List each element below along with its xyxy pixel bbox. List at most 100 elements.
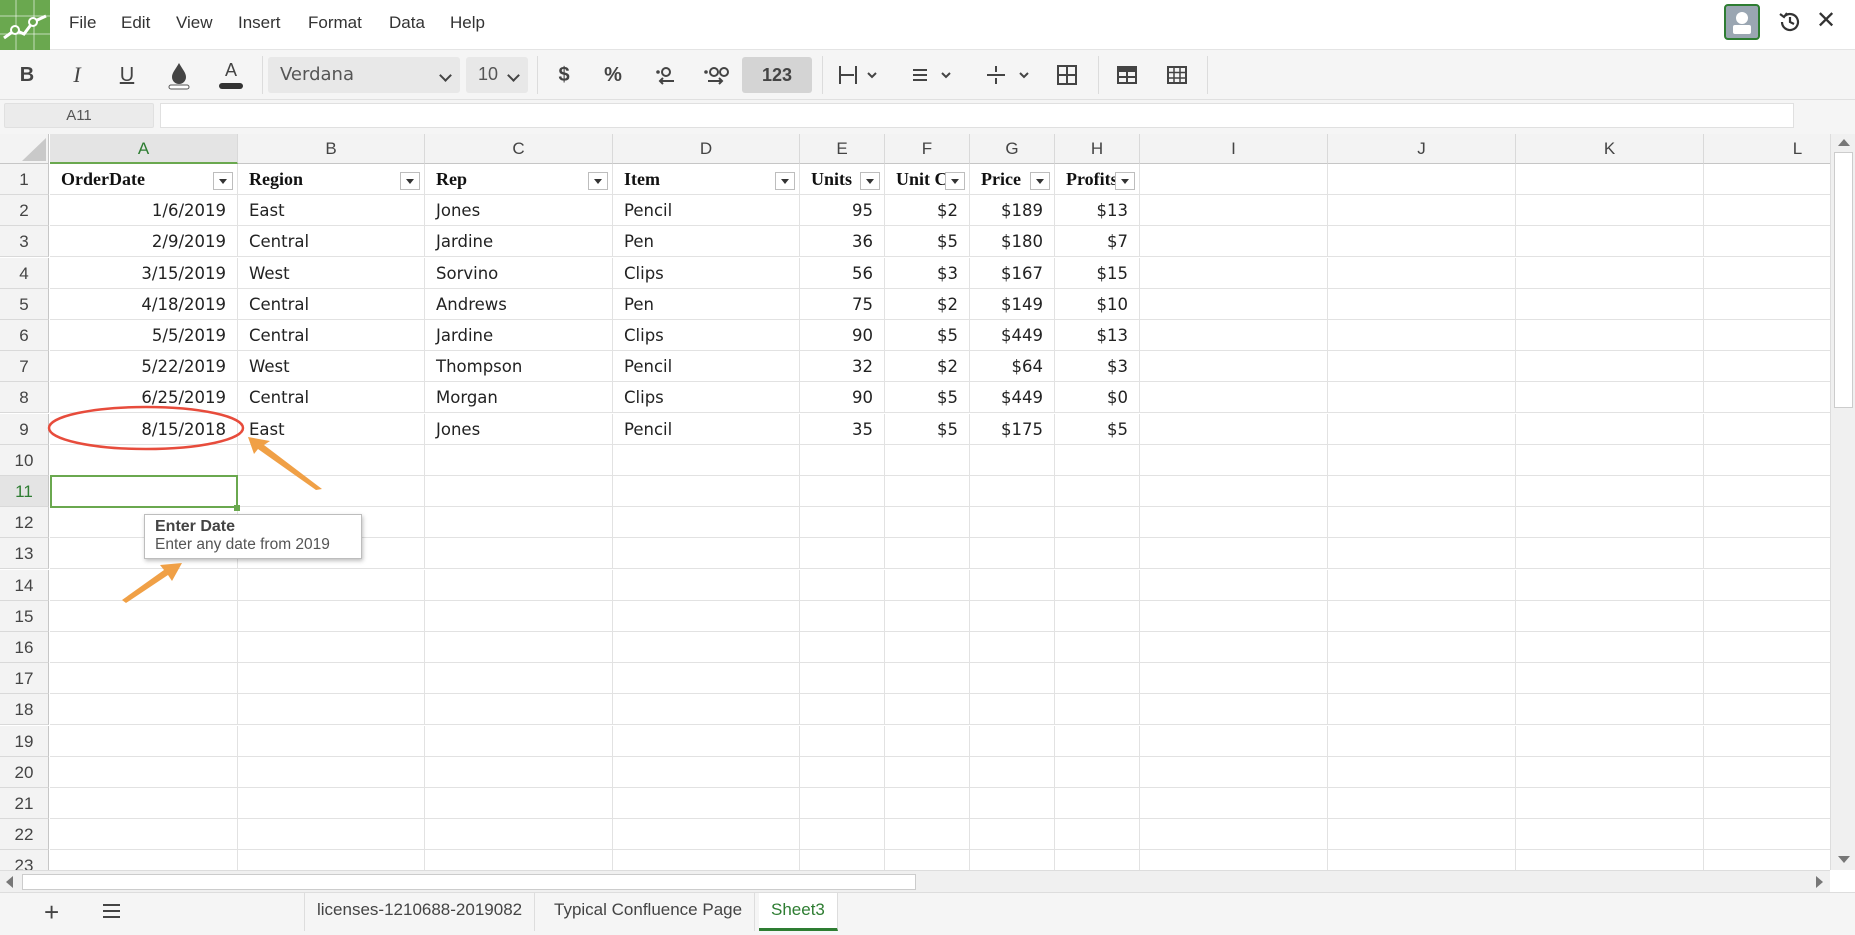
cell[interactable] — [1140, 632, 1328, 663]
cell[interactable] — [970, 538, 1055, 570]
cell[interactable] — [1704, 726, 1830, 757]
row-header-15[interactable]: 15 — [0, 600, 49, 632]
table-cell[interactable]: Central — [238, 226, 425, 258]
row-header-8[interactable]: 8 — [0, 382, 49, 414]
cell[interactable] — [50, 569, 238, 601]
cell[interactable] — [238, 476, 425, 507]
table-button[interactable] — [1114, 58, 1140, 92]
cell[interactable] — [238, 788, 425, 819]
cell[interactable] — [885, 569, 970, 601]
cell[interactable] — [800, 756, 885, 788]
cell[interactable] — [50, 725, 238, 757]
row-header-16[interactable]: 16 — [0, 632, 49, 663]
table-header-cell[interactable]: Units — [800, 164, 885, 195]
cell[interactable] — [800, 444, 885, 476]
cell[interactable] — [50, 850, 238, 870]
filter-dropdown-icon[interactable] — [775, 172, 795, 190]
cell[interactable] — [885, 632, 970, 663]
increase-decimal-button[interactable] — [702, 58, 730, 92]
cell[interactable] — [50, 694, 238, 726]
cell[interactable] — [1704, 382, 1830, 414]
cell[interactable] — [613, 600, 800, 632]
cell[interactable] — [1704, 414, 1830, 445]
cell[interactable] — [425, 538, 613, 570]
cell[interactable] — [970, 756, 1055, 788]
cell[interactable] — [1328, 569, 1516, 601]
scroll-left-icon[interactable] — [6, 876, 13, 888]
row-header-19[interactable]: 19 — [0, 725, 49, 757]
cell[interactable] — [1704, 320, 1830, 351]
cell[interactable] — [1516, 413, 1704, 445]
table-cell[interactable]: Pencil — [613, 351, 800, 383]
cell[interactable] — [1055, 694, 1140, 726]
cell[interactable] — [613, 569, 800, 601]
table-header-cell[interactable]: Item — [613, 164, 800, 195]
cell[interactable] — [1704, 226, 1830, 258]
cell[interactable] — [1328, 725, 1516, 757]
cell[interactable] — [970, 850, 1055, 870]
cell[interactable] — [1140, 756, 1328, 788]
font-family-select[interactable]: Verdana — [268, 57, 460, 93]
cell[interactable] — [1516, 694, 1704, 726]
cell[interactable] — [1055, 444, 1140, 476]
cell[interactable] — [1328, 476, 1516, 507]
table-cell[interactable]: East — [238, 413, 425, 445]
row-header-5[interactable]: 5 — [0, 288, 49, 320]
cell[interactable] — [1140, 257, 1328, 289]
decrease-decimal-button[interactable] — [652, 58, 678, 92]
cell[interactable] — [238, 663, 425, 695]
cell[interactable] — [1516, 819, 1704, 851]
cell[interactable] — [1140, 788, 1328, 819]
cell[interactable] — [1328, 507, 1516, 539]
menu-data[interactable]: Data — [389, 13, 425, 33]
cell[interactable] — [613, 725, 800, 757]
cell[interactable] — [1516, 569, 1704, 601]
horizontal-scrollbar[interactable] — [0, 870, 1830, 892]
cell[interactable] — [1328, 226, 1516, 258]
table-cell[interactable]: 5/22/2019 — [50, 351, 238, 383]
table-cell[interactable]: 35 — [800, 413, 885, 445]
table-cell[interactable]: Morgan — [425, 382, 613, 414]
percent-format-button[interactable]: % — [600, 58, 626, 92]
table-cell[interactable]: $7 — [1055, 226, 1140, 258]
cell[interactable] — [238, 756, 425, 788]
sheet-tab-typical-confluence-page[interactable]: Typical Confluence Page — [542, 893, 756, 931]
menu-file[interactable]: File — [69, 13, 96, 33]
cell[interactable] — [970, 600, 1055, 632]
menu-format[interactable]: Format — [308, 13, 362, 33]
cell[interactable] — [1516, 288, 1704, 320]
cell[interactable] — [1328, 756, 1516, 788]
cell[interactable] — [425, 850, 613, 870]
table-cell[interactable]: 6/25/2019 — [50, 382, 238, 414]
cell[interactable] — [1055, 600, 1140, 632]
table-cell[interactable]: 95 — [800, 195, 885, 227]
select-all-corner[interactable] — [0, 134, 49, 164]
filter-dropdown-icon[interactable] — [588, 172, 608, 190]
cell[interactable] — [425, 756, 613, 788]
table-cell[interactable]: West — [238, 257, 425, 289]
cell[interactable] — [885, 600, 970, 632]
column-header-l[interactable]: L — [1704, 134, 1830, 164]
cell[interactable] — [885, 725, 970, 757]
cell[interactable] — [1704, 819, 1830, 851]
cell[interactable] — [1704, 351, 1830, 383]
sheet-tab-sheet3[interactable]: Sheet3 — [759, 893, 838, 931]
cell[interactable] — [1516, 538, 1704, 570]
cell[interactable] — [1140, 663, 1328, 695]
cell[interactable] — [1516, 195, 1704, 227]
cell[interactable] — [613, 632, 800, 663]
column-header-a[interactable]: A — [50, 134, 238, 164]
table-cell[interactable]: Jones — [425, 413, 613, 445]
cell[interactable] — [1055, 538, 1140, 570]
table-header-cell[interactable]: Price — [970, 164, 1055, 195]
table-cell[interactable]: $2 — [885, 288, 970, 320]
table-cell[interactable]: Pencil — [613, 413, 800, 445]
cell[interactable] — [50, 600, 238, 632]
cell[interactable] — [50, 756, 238, 788]
sheet-tab-licenses[interactable]: licenses-1210688-2019082 — [304, 893, 536, 931]
filter-dropdown-icon[interactable] — [1115, 172, 1135, 190]
filter-dropdown-icon[interactable] — [860, 172, 880, 190]
cell[interactable] — [238, 694, 425, 726]
cell[interactable] — [885, 788, 970, 819]
cell[interactable] — [613, 538, 800, 570]
